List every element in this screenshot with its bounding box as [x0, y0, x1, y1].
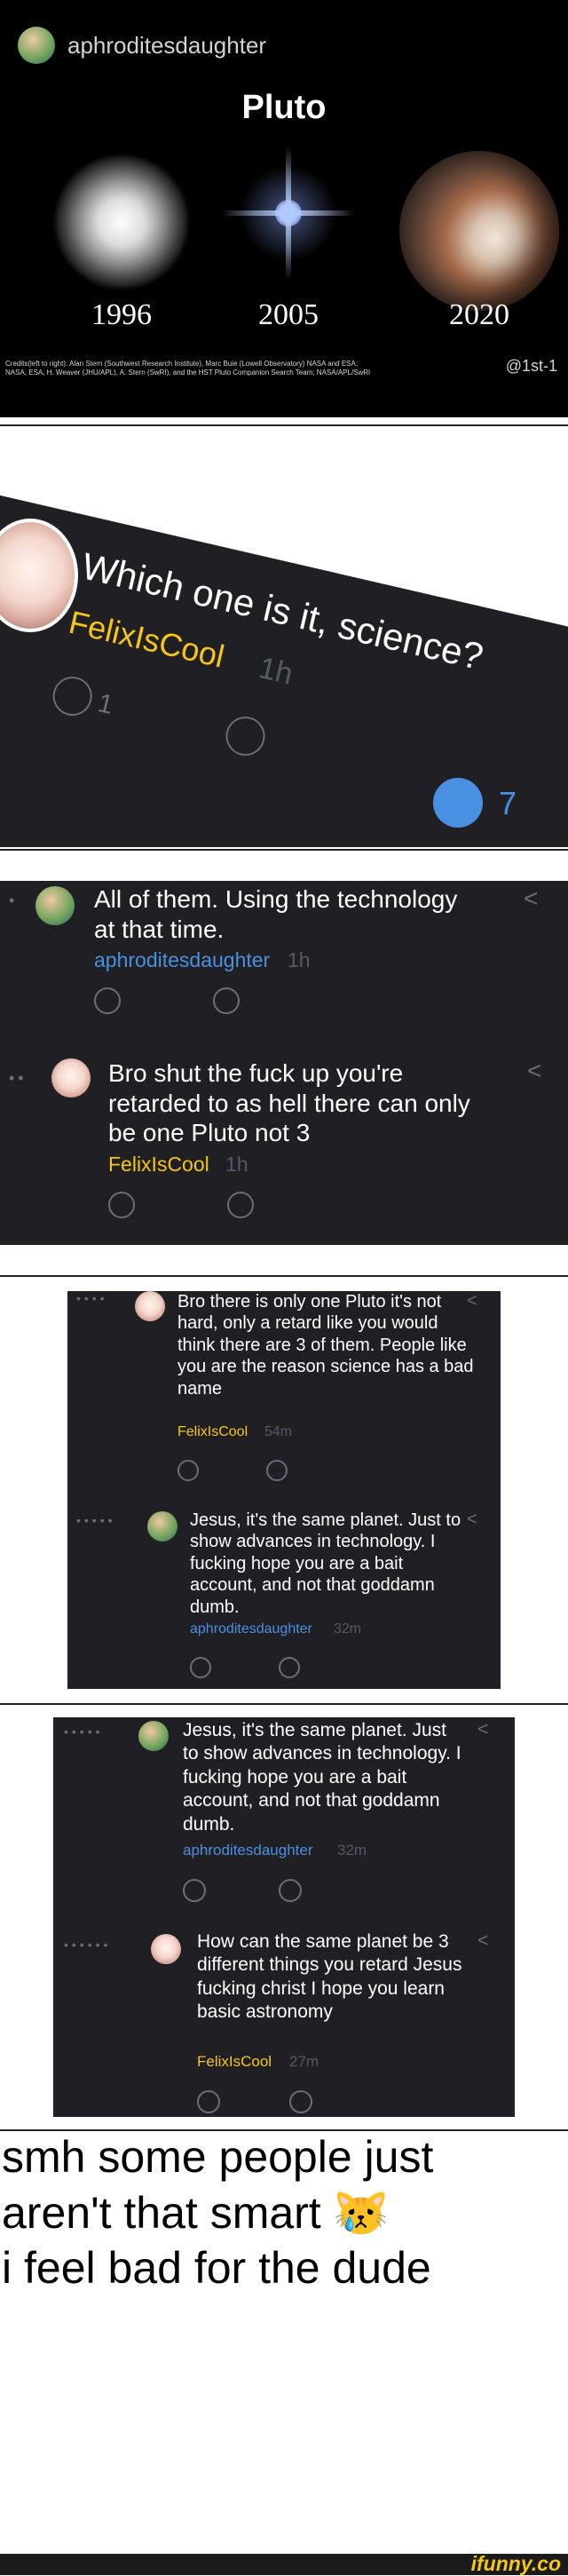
comment-time: 54m [264, 1424, 293, 1439]
year-1996: 1996 [91, 298, 152, 331]
watermark-handle: @1st-1 [505, 357, 557, 375]
smile-icon[interactable] [197, 2090, 220, 2113]
comment-time: 1h [225, 1153, 248, 1176]
user-avatar[interactable] [147, 1511, 178, 1542]
divider [0, 424, 568, 426]
smile-icon[interactable] [108, 1192, 135, 1218]
comments-panel-2: •••• Bro there is only one Pluto it's no… [67, 1291, 501, 1689]
user-avatar[interactable] [36, 886, 75, 925]
divider [0, 849, 568, 851]
comment-username[interactable]: aphroditesdaughter [190, 1621, 312, 1637]
comment-text: Bro shut the fuck up you're retarded to … [108, 1059, 470, 1147]
reply-badge[interactable] [433, 778, 483, 828]
thread-dots: ••••• [76, 1513, 116, 1527]
frown-icon[interactable] [227, 1192, 254, 1218]
smile-icon[interactable] [183, 1879, 206, 1902]
pluto-2020-image [399, 151, 559, 311]
thread-dots: •••••• [64, 1938, 112, 1952]
frown-icon[interactable] [266, 1460, 288, 1481]
frown-icon[interactable] [222, 712, 269, 760]
credits-line-1: Credits(left to right): Alan Stern (Sout… [5, 360, 359, 368]
share-icon[interactable]: < [477, 1719, 488, 1740]
user-avatar[interactable] [18, 27, 55, 64]
reply-count: 7 [499, 785, 517, 821]
pluto-2005-image [222, 147, 355, 280]
image-credits: Credits(left to right): Alan Stern (Sout… [5, 360, 485, 377]
user-avatar[interactable] [135, 1291, 165, 1321]
comment-username[interactable]: FelixIsCool [108, 1153, 209, 1177]
divider [0, 1275, 568, 1277]
footer-bar: ifunny.co [0, 2552, 568, 2576]
frown-icon[interactable] [213, 987, 240, 1014]
crying-cat-emoji: 😿 [333, 2187, 389, 2238]
rotated-comment-card: Which one is it, science? FelixIsCool 1h… [0, 483, 568, 847]
caption-line-3: i feel bad for the dude [2, 2243, 431, 2293]
year-2020: 2020 [449, 298, 509, 331]
comment-time: 1h [256, 651, 296, 692]
comment-text: Jesus, it's the same planet. Just to sho… [190, 1510, 462, 1617]
frown-icon[interactable] [289, 2090, 312, 2113]
comment-time: 32m [337, 1842, 367, 1859]
comment-text: Jesus, it's the same planet. Just to sho… [183, 1720, 462, 1835]
caption: smh some people just aren't that smart 😿… [2, 2129, 566, 2296]
share-icon[interactable]: < [467, 1510, 477, 1530]
smile-count: 1 [95, 688, 116, 721]
thread-dots: •••• [76, 1291, 108, 1305]
comment-time: 27m [289, 2053, 320, 2070]
frown-icon[interactable] [279, 1879, 302, 1902]
ifunny-logo[interactable]: ifunny.co [471, 2552, 561, 2576]
face-icon[interactable] [49, 672, 97, 720]
comment-text: All of them. Using the technology at tha… [94, 885, 458, 943]
share-icon[interactable]: < [527, 1057, 541, 1085]
comments-panel-3: ••••• Jesus, it's the same planet. Just … [53, 1717, 515, 2117]
caption-line-1: smh some people just [2, 2132, 434, 2182]
smile-icon[interactable] [94, 987, 121, 1014]
thread-dots: ••••• [64, 1724, 104, 1739]
user-avatar[interactable] [51, 1058, 91, 1098]
caption-line-2-text: aren't that smart [2, 2187, 321, 2238]
comment-username[interactable]: FelixIsCool [197, 2053, 272, 2071]
smile-icon[interactable] [178, 1460, 199, 1481]
smile-icon[interactable] [190, 1657, 211, 1678]
credits-line-2: NASA, ESA, H. Weaver (JHU/APL), A. Stern… [5, 369, 371, 376]
thread-dots: • [9, 892, 19, 909]
share-icon[interactable]: < [467, 1291, 477, 1312]
share-icon[interactable]: < [477, 1930, 488, 1952]
comment-time: 32m [334, 1621, 362, 1637]
share-icon[interactable]: < [524, 884, 538, 913]
comment-username[interactable]: aphroditesdaughter [94, 948, 270, 972]
comments-panel-1: • All of them. Using the technology at t… [0, 881, 568, 1245]
caption-line-2: aren't that smart 😿 [2, 2185, 566, 2241]
comment-text: How can the same planet be 3 different t… [197, 1931, 462, 2023]
comment-text: Bro there is only one Pluto it's not har… [178, 1292, 474, 1399]
user-avatar[interactable] [151, 1934, 181, 1964]
year-2005: 2005 [258, 298, 319, 331]
comment-username[interactable]: FelixIsCool [178, 1424, 248, 1440]
image-title: Pluto [241, 89, 327, 126]
username[interactable]: aphroditesdaughter [67, 32, 266, 59]
pluto-panel: aphroditesdaughter Pluto 1996 2005 2020 … [0, 0, 568, 417]
comment-username[interactable]: aphroditesdaughter [183, 1842, 313, 1859]
comment-time: 1h [288, 948, 311, 971]
user-avatar[interactable] [138, 1721, 169, 1751]
pluto-1996-image [55, 155, 188, 289]
frown-icon[interactable] [279, 1657, 300, 1678]
rotated-comment-panel: Which one is it, science? FelixIsCool 1h… [0, 430, 568, 847]
thread-dots: •• [9, 1069, 28, 1087]
divider [0, 1703, 568, 1705]
